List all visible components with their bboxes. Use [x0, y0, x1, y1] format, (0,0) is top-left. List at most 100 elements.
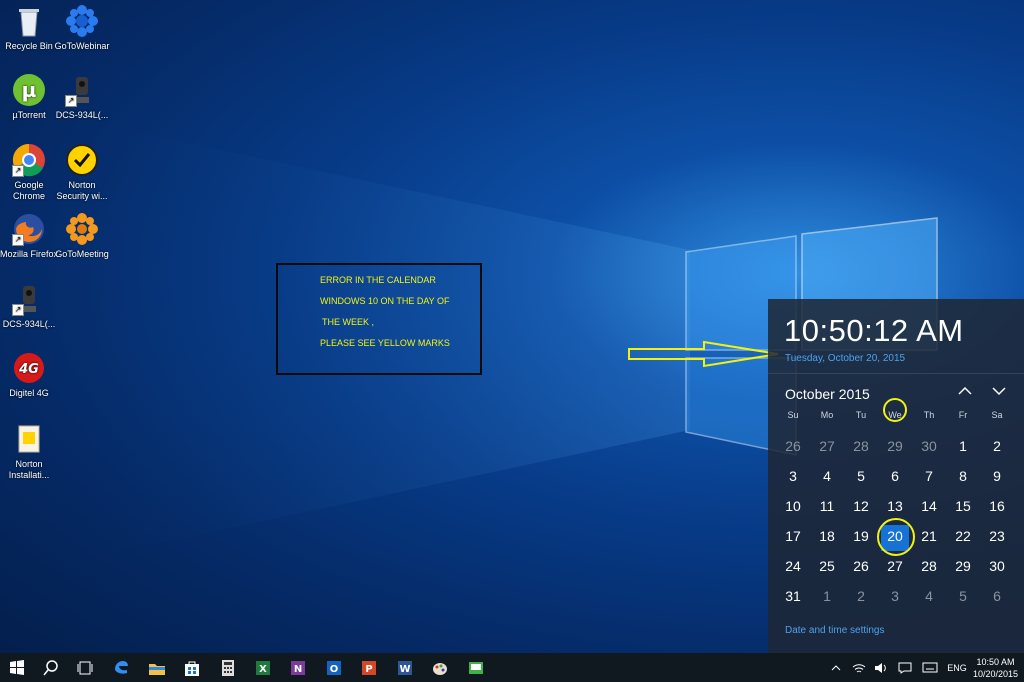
calendar-day[interactable]: 29 — [946, 558, 980, 574]
powerpoint-button[interactable]: P — [352, 653, 386, 682]
webcam-icon: ↗ — [12, 282, 46, 316]
calendar-day[interactable]: 6 — [980, 588, 1014, 604]
word-button[interactable]: W — [388, 653, 422, 682]
volume-button[interactable] — [872, 653, 890, 682]
svg-text:X: X — [259, 664, 267, 675]
taskbar-clock[interactable]: 10:50 AM 10/20/2015 — [973, 656, 1018, 680]
calendar-day[interactable]: 30 — [912, 438, 946, 454]
calendar-day[interactable]: 10 — [776, 498, 810, 514]
start-button[interactable] — [0, 653, 34, 682]
calendar-day[interactable]: 24 — [776, 558, 810, 574]
svg-text:4G: 4G — [18, 362, 39, 377]
desktop-icon-utorrent[interactable]: µ µTorrent — [0, 73, 58, 121]
calendar-flyout: 10:50:12 AM Tuesday, October 20, 2015 Oc… — [768, 299, 1024, 653]
desktop-icon-dcs-934l-2[interactable]: ↗ DCS-934L(... — [0, 282, 58, 330]
calendar-day[interactable]: 2 — [844, 588, 878, 604]
calendar-day[interactable]: 2 — [980, 438, 1014, 454]
calendar-day[interactable]: 25 — [810, 558, 844, 574]
calendar-day[interactable]: 13 — [878, 498, 912, 514]
calendar-day[interactable]: 28 — [844, 438, 878, 454]
calendar-day[interactable]: 1 — [810, 588, 844, 604]
calendar-day[interactable]: 3 — [776, 468, 810, 484]
notification-icon — [898, 662, 912, 674]
calendar-day[interactable]: 29 — [878, 438, 912, 454]
desktop-icon-gotowebinar[interactable]: GoToWebinar — [53, 4, 111, 52]
full-date-link[interactable]: Tuesday, October 20, 2015 — [785, 353, 905, 364]
calendar-day[interactable]: 26 — [844, 558, 878, 574]
desktop-icon-norton-installation[interactable]: Norton Installati... — [0, 422, 58, 481]
file-explorer-button[interactable] — [140, 653, 174, 682]
calendar-day[interactable]: 26 — [776, 438, 810, 454]
desktop-icon-gotomeeting[interactable]: GoToMeeting — [53, 212, 111, 260]
show-hidden-icons-button[interactable] — [828, 653, 844, 682]
firefox-icon: ↗ — [12, 212, 46, 246]
powerpoint-icon: P — [362, 660, 376, 675]
search-button[interactable] — [34, 653, 68, 682]
calendar-day[interactable]: 17 — [776, 528, 810, 544]
paint-button[interactable] — [423, 653, 457, 682]
calendar-day[interactable]: 16 — [980, 498, 1014, 514]
date-time-settings-link[interactable]: Date and time settings — [785, 625, 885, 636]
previous-month-button[interactable] — [955, 383, 975, 403]
desktop-icon-label: DCS-934L(... — [55, 110, 109, 120]
installer-icon — [12, 422, 46, 456]
desktop-icon-digitel-4g[interactable]: 4G Digitel 4G — [0, 351, 58, 399]
input-language-indicator[interactable]: ENG — [944, 653, 970, 682]
task-view-button[interactable] — [68, 653, 102, 682]
onenote-icon: N — [291, 660, 305, 675]
calendar-day[interactable]: 27 — [878, 558, 912, 574]
file-explorer-icon — [149, 663, 165, 675]
desktop-icon-google-chrome[interactable]: ↗ Google Chrome — [0, 143, 58, 202]
calendar-day[interactable]: 3 — [878, 588, 912, 604]
onenote-button[interactable]: N — [281, 653, 315, 682]
annotation-line-4: PLEASE SEE YELLOW MARKS — [320, 338, 450, 348]
calendar-day[interactable]: 30 — [980, 558, 1014, 574]
outlook-button[interactable]: O — [317, 653, 351, 682]
annotation-line-2: WINDOWS 10 ON THE DAY OF — [320, 296, 450, 306]
desktop-icon-norton-security[interactable]: Norton Security wi... — [53, 143, 111, 202]
calendar-day[interactable]: 23 — [980, 528, 1014, 544]
svg-text:W: W — [399, 664, 410, 675]
calendar-day[interactable]: 5 — [946, 588, 980, 604]
calendar-day[interactable]: 5 — [844, 468, 878, 484]
calculator-button[interactable] — [211, 653, 245, 682]
next-month-button[interactable] — [989, 383, 1009, 403]
calendar-day[interactable]: 4 — [912, 588, 946, 604]
calendar-day[interactable]: 18 — [810, 528, 844, 544]
month-label[interactable]: October 2015 — [785, 386, 870, 402]
calendar-day[interactable]: 27 — [810, 438, 844, 454]
excel-button[interactable]: X — [246, 653, 280, 682]
desktop-icon-label: Norton Installati... — [8, 459, 50, 480]
touch-keyboard-button[interactable] — [920, 653, 940, 682]
action-center-button[interactable] — [896, 653, 914, 682]
store-button[interactable] — [175, 653, 209, 682]
calendar-day[interactable]: 11 — [810, 498, 844, 514]
desktop-icon-dcs-934l[interactable]: ↗ DCS-934L(... — [53, 73, 111, 121]
calendar-day[interactable]: 21 — [912, 528, 946, 544]
desktop-icon-mozilla-firefox[interactable]: ↗ Mozilla Firefox — [0, 212, 58, 260]
calendar-day-selected[interactable]: 20 — [878, 528, 912, 544]
weekday-header: Th — [923, 410, 935, 420]
calendar-day[interactable]: 12 — [844, 498, 878, 514]
keyboard-icon — [922, 662, 938, 673]
calendar-day[interactable]: 8 — [946, 468, 980, 484]
calendar-day[interactable]: 14 — [912, 498, 946, 514]
mail-app-button[interactable] — [459, 653, 493, 682]
gotowebinar-icon — [65, 4, 99, 38]
calendar-day[interactable]: 9 — [980, 468, 1014, 484]
task-view-icon — [77, 661, 93, 674]
calendar-day[interactable]: 7 — [912, 468, 946, 484]
edge-button[interactable] — [104, 653, 138, 682]
calendar-day[interactable]: 4 — [810, 468, 844, 484]
calendar-day[interactable]: 31 — [776, 588, 810, 604]
calendar-day[interactable]: 1 — [946, 438, 980, 454]
calendar-day[interactable]: 22 — [946, 528, 980, 544]
calendar-day[interactable]: 6 — [878, 468, 912, 484]
calendar-day[interactable]: 15 — [946, 498, 980, 514]
outlook-icon: O — [327, 660, 341, 675]
taskbar-date: 10/20/2015 — [972, 669, 1018, 679]
calendar-day[interactable]: 19 — [844, 528, 878, 544]
desktop-icon-recycle-bin[interactable]: Recycle Bin — [0, 4, 58, 52]
network-button[interactable] — [850, 653, 868, 682]
calendar-day[interactable]: 28 — [912, 558, 946, 574]
